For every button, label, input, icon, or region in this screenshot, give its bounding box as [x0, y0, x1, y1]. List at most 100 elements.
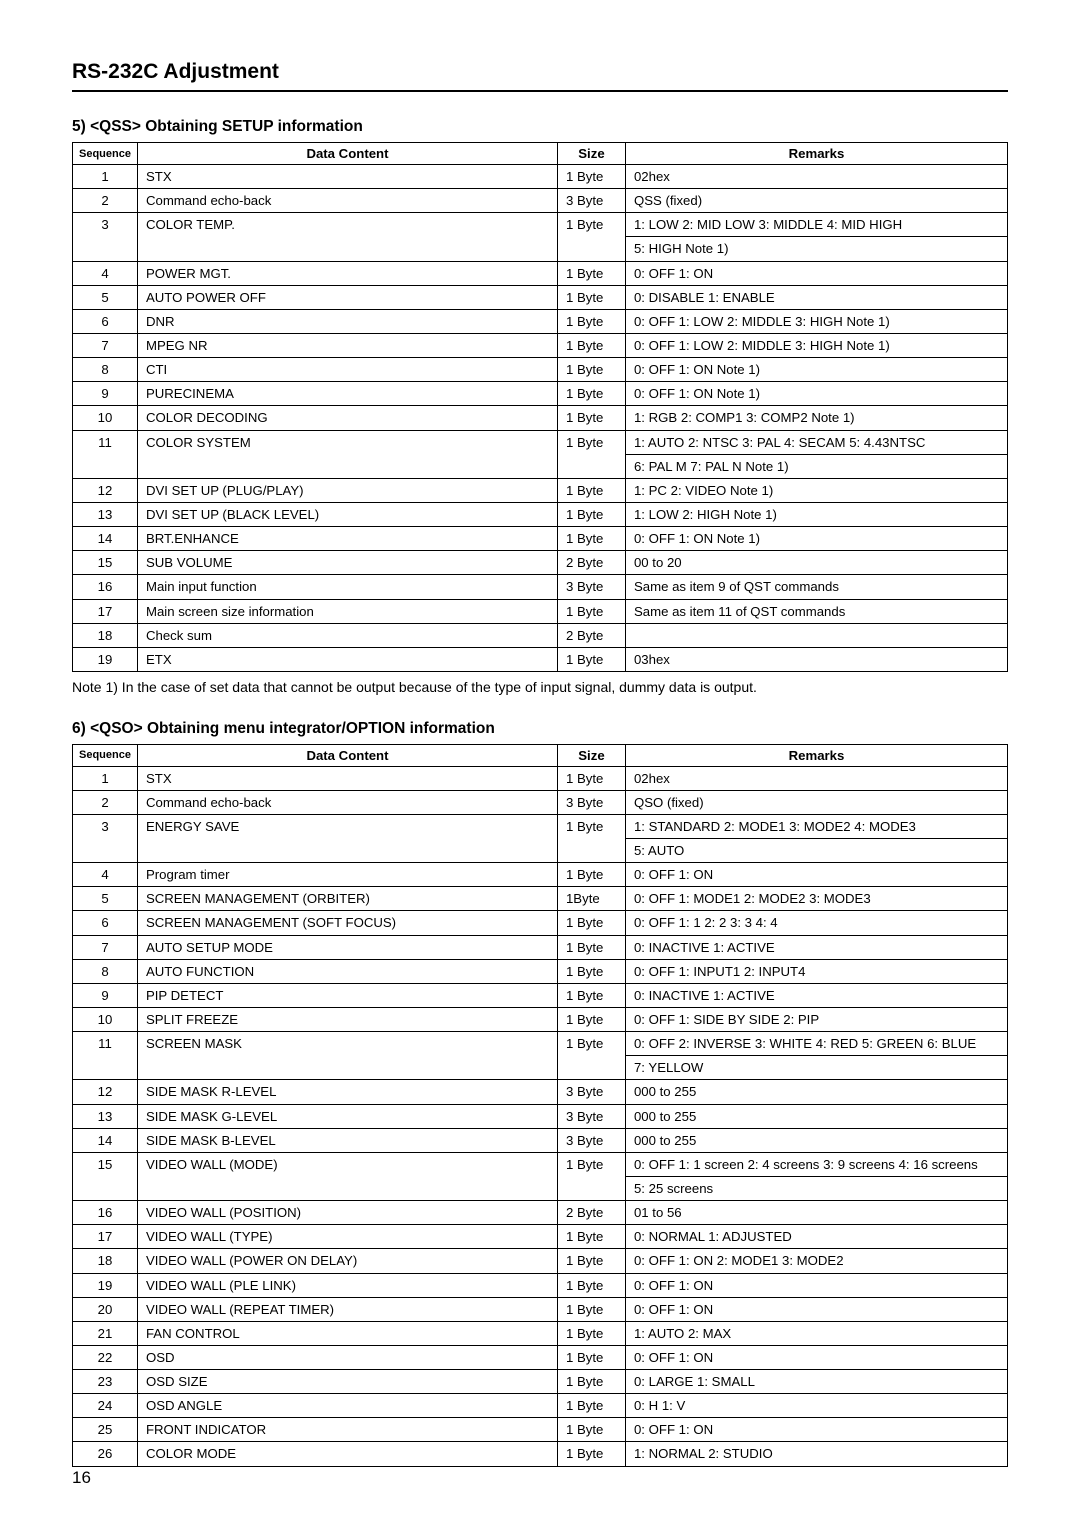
cell-seq: 15 [73, 551, 138, 575]
table-row: 13SIDE MASK G-LEVEL3 Byte000 to 255 [73, 1104, 1008, 1128]
cell-data-content: SPLIT FREEZE [137, 1007, 557, 1031]
cell-size: 2 Byte [557, 623, 625, 647]
table-row: 2Command echo-back3 ByteQSO (fixed) [73, 790, 1008, 814]
cell-seq: 7 [73, 935, 138, 959]
cell-remarks: 0: OFF 1: LOW 2: MIDDLE 3: HIGH Note 1) [625, 309, 1007, 333]
cell-remarks: 5: HIGH Note 1) [625, 237, 1007, 261]
cell-seq: 1 [73, 165, 138, 189]
cell-seq: 1 [73, 766, 138, 790]
table-row: 9PIP DETECT1 Byte0: INACTIVE 1: ACTIVE [73, 983, 1008, 1007]
cell-data-content: DNR [137, 309, 557, 333]
cell-remarks: 01 to 56 [625, 1201, 1007, 1225]
cell-remarks: 0: OFF 1: MODE1 2: MODE2 3: MODE3 [625, 887, 1007, 911]
section6-heading: 6) <QSO> Obtaining menu integrator/OPTIO… [72, 720, 1008, 738]
cell-data-content: PURECINEMA [137, 382, 557, 406]
cell-size: 1 Byte [557, 911, 625, 935]
cell-size: 1 Byte [557, 1032, 625, 1080]
cell-size: 1 Byte [557, 213, 625, 261]
cell-seq: 8 [73, 959, 138, 983]
cell-remarks: 0: OFF 1: ON Note 1) [625, 358, 1007, 382]
cell-data-content: Command echo-back [137, 189, 557, 213]
cell-seq: 2 [73, 189, 138, 213]
table-row: 26COLOR MODE1 Byte1: NORMAL 2: STUDIO [73, 1442, 1008, 1466]
cell-data-content: COLOR DECODING [137, 406, 557, 430]
cell-size: 1 Byte [557, 1225, 625, 1249]
cell-remarks: 0: OFF 1: ON 2: MODE1 3: MODE2 [625, 1249, 1007, 1273]
cell-seq: 16 [73, 575, 138, 599]
cell-seq: 17 [73, 1225, 138, 1249]
cell-data-content: VIDEO WALL (PLE LINK) [137, 1273, 557, 1297]
table-row: 6DNR1 Byte0: OFF 1: LOW 2: MIDDLE 3: HIG… [73, 309, 1008, 333]
cell-remarks: 03hex [625, 647, 1007, 671]
cell-remarks: 1: LOW 2: MID LOW 3: MIDDLE 4: MID HIGH [625, 213, 1007, 237]
cell-remarks: 000 to 255 [625, 1080, 1007, 1104]
cell-seq: 7 [73, 333, 138, 357]
table-row: 23OSD SIZE1 Byte0: LARGE 1: SMALL [73, 1370, 1008, 1394]
table-row: 16Main input function3 ByteSame as item … [73, 575, 1008, 599]
cell-seq: 12 [73, 1080, 138, 1104]
cell-seq: 4 [73, 863, 138, 887]
table-row: 16VIDEO WALL (POSITION)2 Byte01 to 56 [73, 1201, 1008, 1225]
col-remarks: Remarks [625, 744, 1007, 766]
cell-size: 1 Byte [557, 1249, 625, 1273]
cell-remarks: 00 to 20 [625, 551, 1007, 575]
table-row: 19VIDEO WALL (PLE LINK)1 Byte0: OFF 1: O… [73, 1273, 1008, 1297]
section5-note: Note 1) In the case of set data that can… [72, 678, 1008, 698]
cell-seq: 14 [73, 1128, 138, 1152]
table-row: 18Check sum2 Byte [73, 623, 1008, 647]
cell-remarks: 1: NORMAL 2: STUDIO [625, 1442, 1007, 1466]
cell-remarks: 0: OFF 2: INVERSE 3: WHITE 4: RED 5: GRE… [625, 1032, 1007, 1056]
cell-data-content: VIDEO WALL (REPEAT TIMER) [137, 1297, 557, 1321]
cell-seq: 15 [73, 1152, 138, 1200]
cell-data-content: SCREEN MASK [137, 1032, 557, 1080]
cell-size: 3 Byte [557, 1080, 625, 1104]
cell-remarks: 0: NORMAL 1: ADJUSTED [625, 1225, 1007, 1249]
cell-data-content: OSD SIZE [137, 1370, 557, 1394]
table-row: 24OSD ANGLE1 Byte0: H 1: V [73, 1394, 1008, 1418]
cell-seq: 17 [73, 599, 138, 623]
cell-data-content: DVI SET UP (BLACK LEVEL) [137, 502, 557, 526]
cell-size: 1 Byte [557, 863, 625, 887]
cell-data-content: Program timer [137, 863, 557, 887]
cell-remarks: 1: STANDARD 2: MODE1 3: MODE2 4: MODE3 [625, 814, 1007, 838]
cell-remarks: 0: OFF 1: LOW 2: MIDDLE 3: HIGH Note 1) [625, 333, 1007, 357]
table-row: 7AUTO SETUP MODE1 Byte0: INACTIVE 1: ACT… [73, 935, 1008, 959]
qso-table: Sequence Data Content Size Remarks 1STX1… [72, 744, 1008, 1467]
cell-size: 1 Byte [557, 1442, 625, 1466]
cell-size: 1 Byte [557, 261, 625, 285]
table-row: 15SUB VOLUME2 Byte00 to 20 [73, 551, 1008, 575]
cell-size: 1 Byte [557, 358, 625, 382]
cell-size: 1 Byte [557, 502, 625, 526]
table-row: 13DVI SET UP (BLACK LEVEL)1 Byte1: LOW 2… [73, 502, 1008, 526]
cell-seq: 3 [73, 213, 138, 261]
cell-size: 1 Byte [557, 1273, 625, 1297]
cell-size: 3 Byte [557, 790, 625, 814]
cell-remarks: 0: OFF 1: INPUT1 2: INPUT4 [625, 959, 1007, 983]
cell-data-content: OSD [137, 1345, 557, 1369]
col-seq: Sequence [73, 143, 138, 165]
cell-remarks: 7: YELLOW [625, 1056, 1007, 1080]
cell-seq: 9 [73, 983, 138, 1007]
table-row: 14BRT.ENHANCE1 Byte0: OFF 1: ON Note 1) [73, 527, 1008, 551]
cell-data-content: STX [137, 165, 557, 189]
cell-seq: 5 [73, 887, 138, 911]
cell-remarks: 02hex [625, 766, 1007, 790]
table-row: 10SPLIT FREEZE1 Byte0: OFF 1: SIDE BY SI… [73, 1007, 1008, 1031]
cell-remarks: 1: AUTO 2: NTSC 3: PAL 4: SECAM 5: 4.43N… [625, 430, 1007, 454]
cell-seq: 23 [73, 1370, 138, 1394]
cell-size: 3 Byte [557, 1104, 625, 1128]
cell-remarks: 1: PC 2: VIDEO Note 1) [625, 478, 1007, 502]
cell-data-content: PIP DETECT [137, 983, 557, 1007]
cell-data-content: VIDEO WALL (MODE) [137, 1152, 557, 1200]
table-row: 19ETX1 Byte03hex [73, 647, 1008, 671]
table-row: 22OSD1 Byte0: OFF 1: ON [73, 1345, 1008, 1369]
table-row: 11SCREEN MASK1 Byte0: OFF 2: INVERSE 3: … [73, 1032, 1008, 1056]
cell-size: 2 Byte [557, 551, 625, 575]
table-row: 2Command echo-back3 ByteQSS (fixed) [73, 189, 1008, 213]
cell-remarks: 0: OFF 1: SIDE BY SIDE 2: PIP [625, 1007, 1007, 1031]
cell-seq: 22 [73, 1345, 138, 1369]
table-row: 12SIDE MASK R-LEVEL3 Byte000 to 255 [73, 1080, 1008, 1104]
col-remarks: Remarks [625, 143, 1007, 165]
cell-remarks: Same as item 9 of QST commands [625, 575, 1007, 599]
cell-seq: 8 [73, 358, 138, 382]
